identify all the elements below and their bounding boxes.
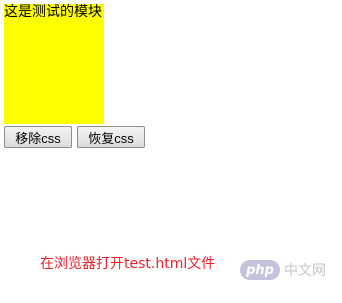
page: 这是测试的模块 移除css 恢复css 在浏览器打开test.html文件 ph… [0, 0, 342, 303]
restore-css-button[interactable]: 恢复css [77, 126, 145, 148]
instruction-caption: 在浏览器打开test.html文件 [40, 256, 216, 272]
php-logo-icon: php [240, 260, 280, 280]
test-module-block: 这是测试的模块 [4, 4, 104, 124]
remove-css-button[interactable]: 移除css [4, 126, 72, 148]
watermark-site-name: 中文网 [284, 263, 326, 279]
site-watermark: php 中文网 [240, 258, 326, 282]
